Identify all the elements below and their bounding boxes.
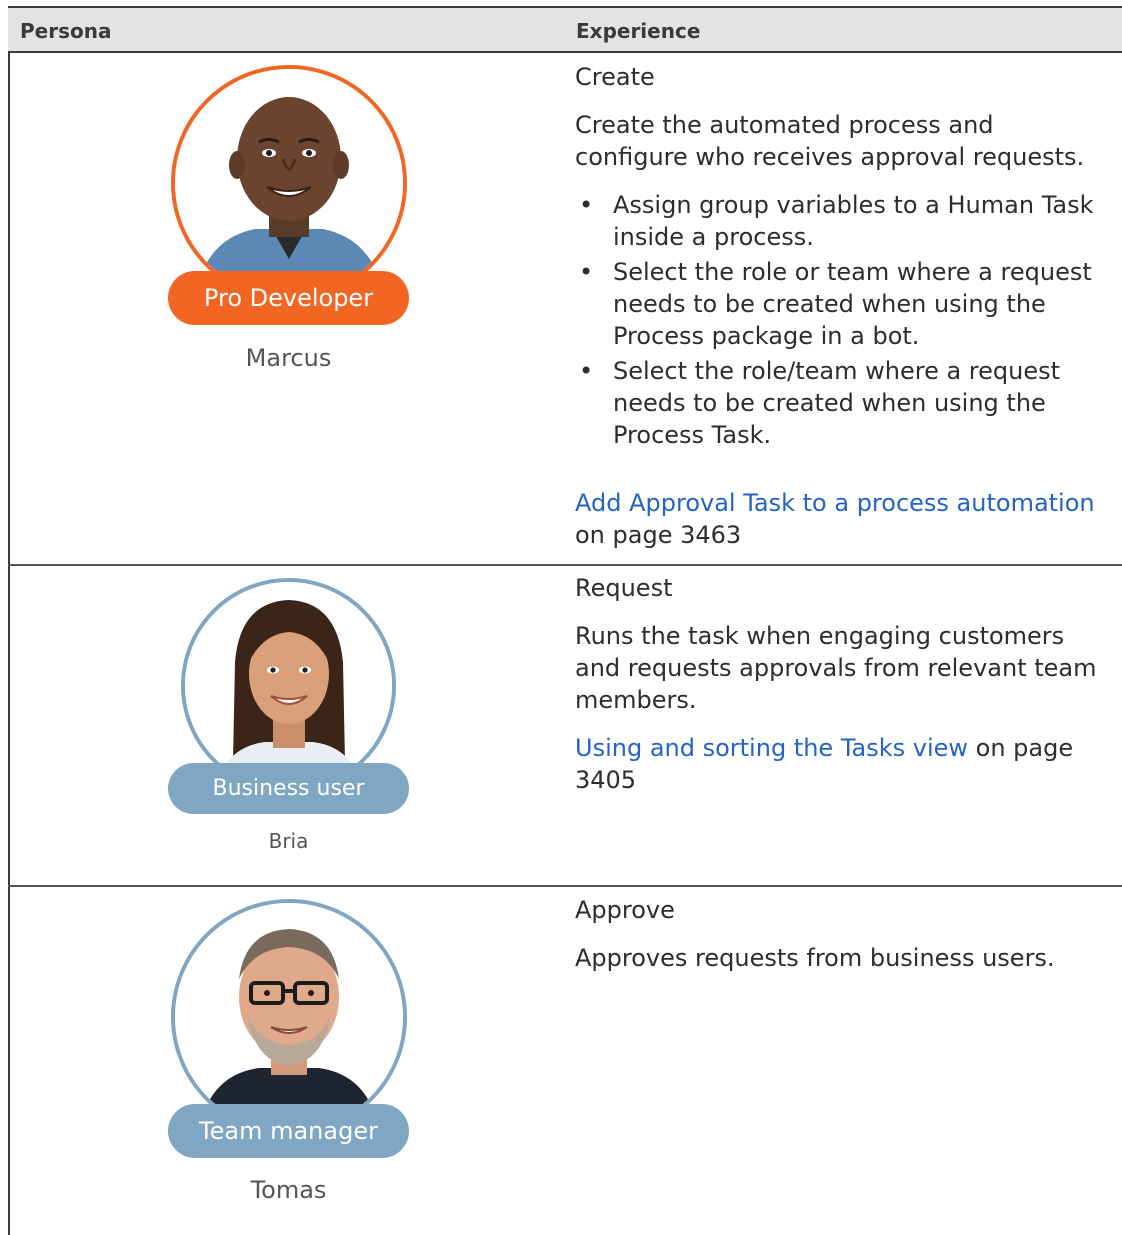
reference: Add Approval Task to a process automatio… xyxy=(575,487,1105,551)
persona-experience-table: Persona Experience Pro Developer Marcus … xyxy=(0,0,1122,1235)
reference-page: on page 3463 xyxy=(575,521,742,549)
experience-bullet-list: Assign group variables to a Human Task i… xyxy=(575,189,1105,451)
experience-heading: Approve xyxy=(575,896,675,924)
reference-link[interactable]: Add Approval Task to a process automatio… xyxy=(575,489,1095,517)
avatar-tomas xyxy=(171,899,407,1135)
header-experience: Experience xyxy=(576,19,701,43)
experience-cell: Approve Approves requests from business … xyxy=(575,894,1105,974)
bullet-item: Select the role/team where a request nee… xyxy=(575,355,1105,451)
header-persona: Persona xyxy=(20,19,112,43)
row-divider-2 xyxy=(8,885,1122,887)
bullet-item: Assign group variables to a Human Task i… xyxy=(575,189,1105,253)
experience-description: Create the automated process and configu… xyxy=(575,111,1085,171)
table-left-border xyxy=(8,53,10,1235)
experience-heading: Request xyxy=(575,574,673,602)
role-badge: Business user xyxy=(168,763,409,814)
table-header: Persona Experience xyxy=(8,6,1122,53)
row-divider-1 xyxy=(8,564,1122,566)
experience-heading: Create xyxy=(575,63,655,91)
role-badge: Pro Developer xyxy=(168,271,409,325)
bullet-item: Select the role or team where a request … xyxy=(575,256,1105,352)
reference-link[interactable]: Using and sorting the Tasks view xyxy=(575,734,968,762)
experience-description: Runs the task when engaging customers an… xyxy=(575,622,1097,714)
reference: Using and sorting the Tasks view on page… xyxy=(575,732,1105,796)
experience-cell: Request Runs the task when engaging cust… xyxy=(575,572,1105,796)
persona-name: Tomas xyxy=(250,1176,327,1204)
avatar-bria xyxy=(181,578,396,793)
avatar-marcus xyxy=(171,65,407,301)
experience-cell: Create Create the automated process and … xyxy=(575,61,1105,551)
persona-name: Bria xyxy=(268,829,309,853)
experience-description: Approves requests from business users. xyxy=(575,944,1055,972)
role-badge: Team manager xyxy=(168,1104,409,1158)
persona-name: Marcus xyxy=(245,344,332,372)
